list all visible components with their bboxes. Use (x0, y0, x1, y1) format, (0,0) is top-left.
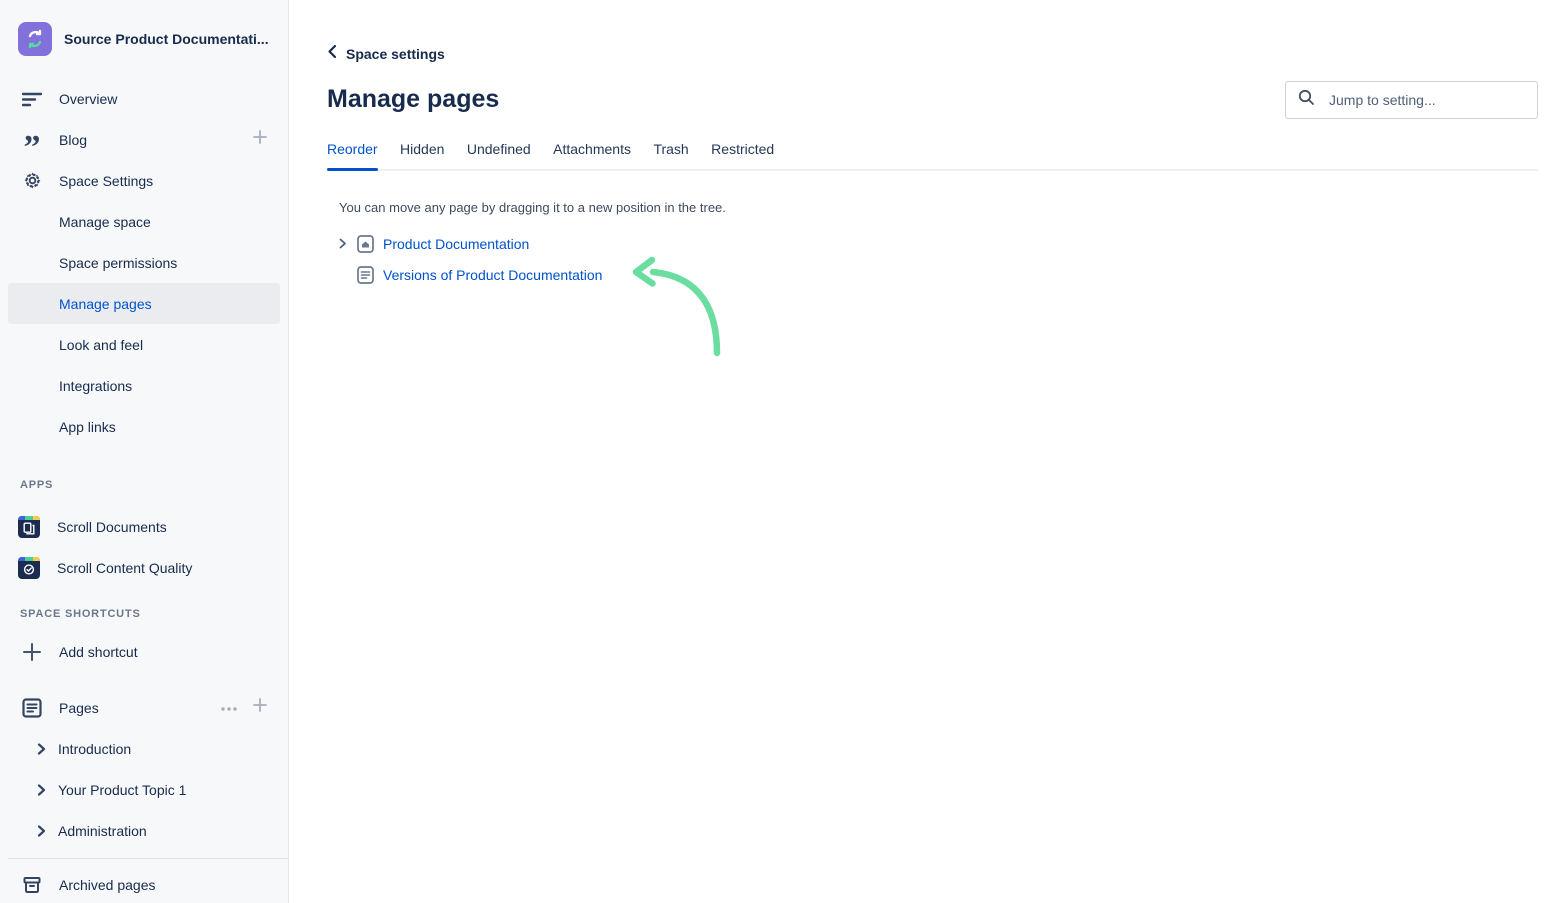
manage-pages-content: Space settings Manage pages Reorder Hidd… (289, 0, 1554, 903)
tab-attachments[interactable]: Attachments (553, 141, 631, 169)
back-link-label: Space settings (346, 46, 445, 62)
tree-link-versions-of-product-documentation[interactable]: Versions of Product Documentation (383, 267, 602, 283)
tree-row: Versions of Product Documentation (339, 259, 602, 290)
sidebar-item-integrations[interactable]: Integrations (0, 365, 288, 406)
sidebar-item-scroll-content-quality[interactable]: Scroll Content Quality (0, 547, 288, 588)
scroll-documents-icon (18, 516, 40, 538)
chevron-right-icon[interactable] (37, 825, 46, 837)
chevron-right-icon[interactable] (37, 784, 46, 796)
chevron-right-icon[interactable] (339, 238, 349, 249)
sidebar-divider (8, 858, 288, 859)
sidebar-page-label: Introduction (58, 741, 131, 757)
sidebar-page-introduction[interactable]: Introduction (0, 728, 288, 769)
space-header[interactable]: Source Product Documentati... (0, 0, 288, 78)
sidebar-item-space-settings[interactable]: Space Settings (0, 160, 288, 201)
sidebar-page-label: Administration (58, 823, 147, 839)
sidebar-item-label: Overview (59, 91, 268, 107)
pages-section-header[interactable]: Pages (0, 687, 288, 728)
sidebar-item-overview[interactable]: Overview (0, 78, 288, 119)
search-input[interactable] (1327, 91, 1525, 109)
more-icon[interactable] (220, 699, 238, 717)
jump-to-setting-search[interactable] (1285, 81, 1538, 119)
tab-restricted[interactable]: Restricted (711, 141, 774, 169)
add-shortcut-button[interactable]: Add shortcut (0, 631, 288, 672)
archive-box-icon (20, 875, 44, 895)
confluence-space-settings-window: Source Product Documentati... Overview ”… (0, 0, 1554, 903)
space-logo-icon (18, 22, 52, 56)
sidebar-page-administration[interactable]: Administration (0, 810, 288, 851)
manage-pages-tabs: Reorder Hidden Undefined Attachments Tra… (327, 141, 1538, 171)
tab-reorder[interactable]: Reorder (327, 141, 378, 169)
tree-row: Product Documentation (339, 228, 602, 259)
tab-trash[interactable]: Trash (653, 141, 688, 169)
sidebar-item-label: Blog (59, 132, 252, 148)
sidebar-item-manage-space[interactable]: Manage space (0, 201, 288, 242)
pages-section-label: Pages (59, 700, 206, 716)
sidebar-item-archived-pages[interactable]: Archived pages (0, 864, 288, 903)
plus-icon (20, 642, 44, 662)
page-title: Manage pages (327, 85, 499, 114)
back-to-space-settings-link[interactable]: Space settings (327, 44, 445, 64)
archived-pages-label: Archived pages (59, 877, 268, 893)
chevron-right-icon[interactable] (37, 743, 46, 755)
sidebar-item-space-permissions[interactable]: Space permissions (0, 242, 288, 283)
add-blog-post-icon[interactable] (252, 129, 268, 150)
sidebar-item-scroll-documents[interactable]: Scroll Documents (0, 506, 288, 547)
drag-instruction-text: You can move any page by dragging it to … (339, 200, 726, 215)
sidebar-item-label: Space Settings (59, 173, 268, 189)
sidebar-item-blog[interactable]: ” Blog (0, 119, 288, 160)
pages-icon (20, 697, 44, 719)
sidebar-item-manage-pages[interactable]: Manage pages (8, 283, 280, 324)
chevron-left-icon (327, 44, 337, 64)
overview-icon (20, 91, 44, 107)
reorder-page-tree: Product Documentation Versions of Produc… (339, 228, 602, 290)
space-name: Source Product Documentati... (64, 31, 269, 47)
annotation-arrow-icon (629, 253, 724, 358)
scroll-content-quality-icon (18, 557, 40, 579)
space-sidebar: Source Product Documentati... Overview ”… (0, 0, 289, 903)
sidebar-item-label: Scroll Content Quality (57, 560, 192, 576)
add-page-icon[interactable] (252, 697, 268, 718)
home-page-icon (357, 235, 374, 253)
tab-hidden[interactable]: Hidden (400, 141, 444, 169)
space-shortcuts-section-label: SPACE SHORTCUTS (0, 598, 288, 628)
apps-section-label: APPS (0, 469, 288, 499)
gear-icon (20, 171, 44, 190)
document-icon (357, 266, 374, 284)
sidebar-item-look-and-feel[interactable]: Look and feel (0, 324, 288, 365)
tree-link-product-documentation[interactable]: Product Documentation (383, 236, 529, 252)
add-shortcut-label: Add shortcut (59, 644, 268, 660)
search-icon (1298, 89, 1315, 111)
sidebar-item-label: Scroll Documents (57, 519, 167, 535)
quote-icon: ” (20, 127, 44, 153)
sidebar-page-label: Your Product Topic 1 (58, 782, 186, 798)
sidebar-page-your-product-topic-1[interactable]: Your Product Topic 1 (0, 769, 288, 810)
tab-undefined[interactable]: Undefined (467, 141, 531, 169)
sidebar-item-app-links[interactable]: App links (0, 406, 288, 447)
